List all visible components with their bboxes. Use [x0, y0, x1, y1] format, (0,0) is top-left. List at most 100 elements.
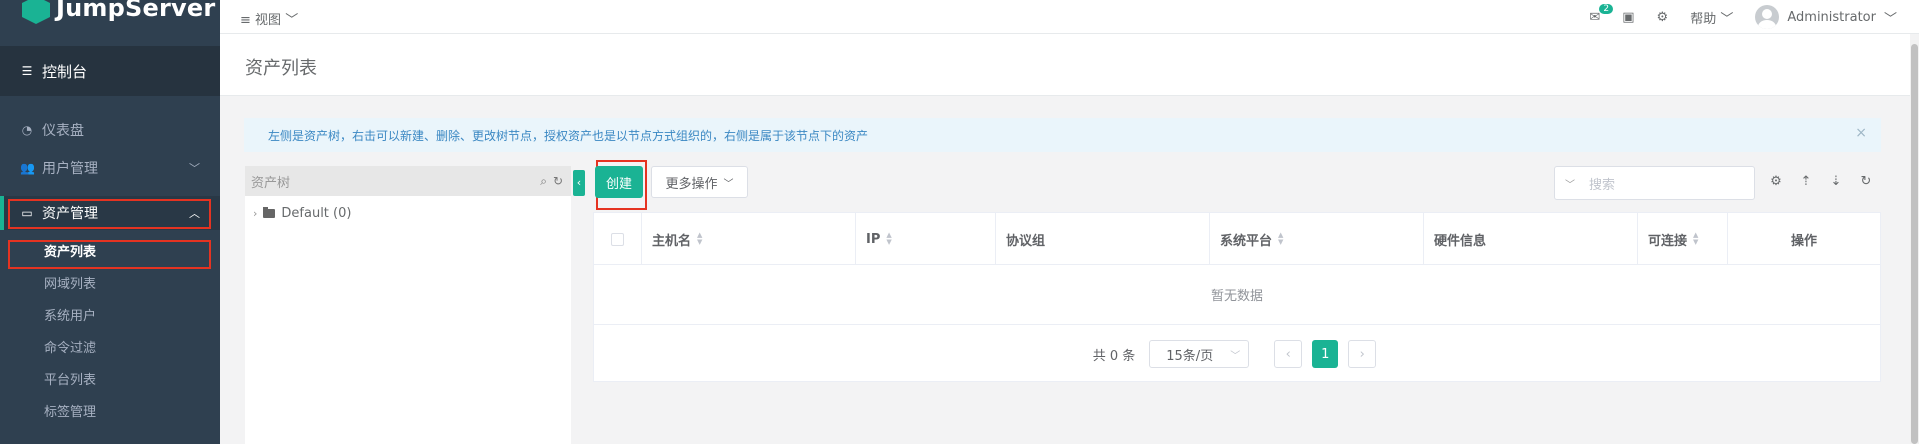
menu-icon: ≡: [240, 13, 251, 28]
column-header-label: 系统平台: [1220, 233, 1273, 249]
chevron-down-icon: ﹀: [1883, 11, 1897, 27]
app-logo[interactable]: JumpServer: [0, 0, 220, 30]
chevron-down-icon[interactable]: ﹀: [1565, 176, 1575, 191]
chevron-down-icon: ﹀: [1720, 11, 1734, 27]
column-header-hardware: 硬件信息: [1424, 213, 1638, 265]
more-actions-label: 更多操作: [665, 176, 718, 192]
page-size-select[interactable]: 15条/页 ﹀: [1149, 340, 1250, 368]
sidebar-subitem-command-filter[interactable]: 命令过滤: [44, 337, 96, 356]
select-all-checkbox[interactable]: [611, 232, 624, 246]
refresh-icon[interactable]: ↻: [553, 174, 563, 189]
refresh-icon[interactable]: ↻: [1858, 174, 1874, 189]
help-menu[interactable]: 帮助 ﹀: [1690, 8, 1733, 27]
jumpserver-logo-icon: [22, 0, 50, 24]
top-navbar: ≡ 视图 ﹀ ✉ 2 ▣ ⚙ 帮助 ﹀ Administrator ﹀: [220, 0, 1919, 34]
column-header-actions: 操作: [1728, 213, 1880, 265]
scrollbar-thumb[interactable]: [1911, 44, 1918, 444]
asset-table: 主机名 ▲ ▼ IP ▲ ▼ 协议组 系统平台 ▲ ▼ 硬件信息 可连接 ▲ ▼ 操作 …: [593, 212, 1881, 382]
pagination: 共 0 条 15条/页 ﹀ ‹ 1 ›: [594, 325, 1880, 383]
info-alert: 左侧是资产树，右击可以新建、删除、更改树节点，授权资产也是以节点方式组织的，右侧…: [244, 118, 1881, 152]
user-menu[interactable]: Administrator ﹀: [1755, 5, 1897, 29]
highlight-box-asset-management: [8, 199, 211, 229]
sort-icon[interactable]: ▲ ▼: [1278, 232, 1283, 246]
column-header-label: 协议组: [1006, 233, 1046, 249]
column-header-label: 操作: [1790, 233, 1817, 249]
sort-icon[interactable]: ▲ ▼: [1693, 232, 1698, 246]
column-header-protocols: 协议组: [996, 213, 1210, 265]
chevron-down-icon: ﹀: [723, 178, 734, 190]
column-header-hostname[interactable]: 主机名 ▲ ▼: [642, 213, 856, 265]
help-menu-label: 帮助: [1690, 11, 1717, 27]
envelope-icon: ✉: [1589, 9, 1601, 25]
settings-button[interactable]: ⚙: [1657, 10, 1669, 25]
user-name: Administrator: [1787, 9, 1876, 25]
collapse-tree-toggle[interactable]: ‹: [573, 170, 585, 196]
avatar: [1755, 5, 1780, 29]
sidebar-item-label: 用户管理: [42, 161, 98, 177]
table-tools: ⚙ ⇡ ⇣ ↻: [1768, 174, 1874, 189]
close-icon[interactable]: ×: [1855, 125, 1867, 141]
chevron-right-icon[interactable]: ›: [253, 207, 257, 220]
page-size-value: 15条/页: [1166, 348, 1214, 364]
sidebar-item-users[interactable]: 👥 用户管理 ﹀: [0, 151, 220, 185]
gear-icon: ⚙: [1656, 9, 1669, 25]
sort-icon[interactable]: ▲ ▼: [886, 232, 891, 246]
table-header: 主机名 ▲ ▼ IP ▲ ▼ 协议组 系统平台 ▲ ▼ 硬件信息 可连接 ▲ ▼ 操作: [594, 213, 1880, 265]
search-placeholder: 搜索: [1589, 177, 1616, 193]
view-menu[interactable]: ≡ 视图 ﹀: [240, 9, 298, 28]
app-name: JumpServer: [56, 0, 216, 22]
search-icon[interactable]: ⌕: [540, 174, 547, 189]
column-header-platform[interactable]: 系统平台 ▲ ▼: [1210, 213, 1424, 265]
asset-tree-header: 资产树 ⌕ ↻: [245, 166, 571, 196]
info-alert-text: 左侧是资产树，右击可以新建、删除、更改树节点，授权资产也是以节点方式组织的，右侧…: [268, 129, 869, 143]
asset-tree-title: 资产树: [251, 175, 291, 191]
chevron-down-icon: ﹀: [285, 13, 299, 28]
page-number-current[interactable]: 1: [1312, 340, 1339, 368]
column-header-label: 可连接: [1648, 233, 1688, 249]
chevron-down-icon: ﹀: [1230, 351, 1241, 362]
page-title: 资产列表: [245, 58, 317, 79]
notification-badge: 2: [1599, 3, 1614, 14]
sliders-icon: ☰: [21, 64, 33, 78]
chevron-down-icon: ﹀: [189, 162, 200, 175]
folder-icon: [263, 207, 276, 218]
gear-icon[interactable]: ⚙: [1768, 174, 1784, 189]
column-header-connectivity[interactable]: 可连接 ▲ ▼: [1638, 213, 1728, 265]
terminal-button[interactable]: ▣: [1622, 10, 1634, 25]
column-header-label: 硬件信息: [1434, 233, 1487, 249]
chevron-left-icon: ‹: [576, 176, 582, 189]
tree-node-label: Default (0): [281, 206, 352, 221]
highlight-box-asset-list: [8, 240, 211, 269]
upload-icon[interactable]: ⇡: [1798, 174, 1814, 189]
sidebar-subitem-label-management[interactable]: 标签管理: [44, 401, 96, 420]
console-label: 控制台: [42, 62, 88, 81]
sidebar-item-label: 仪表盘: [42, 123, 84, 139]
prev-page-button[interactable]: ‹: [1274, 340, 1303, 368]
tree-node-default[interactable]: › Default (0): [253, 206, 351, 221]
chevron-left-icon: ‹: [1285, 346, 1291, 362]
terminal-icon: ▣: [1622, 9, 1635, 25]
search-input[interactable]: ﹀ 搜索: [1554, 166, 1755, 200]
sidebar-subitem-platform-list[interactable]: 平台列表: [44, 369, 96, 388]
more-actions-dropdown[interactable]: 更多操作 ﹀: [651, 166, 748, 198]
asset-tree-panel: 资产树 ⌕ ↻ › Default (0): [245, 166, 571, 444]
sort-icon[interactable]: ▲ ▼: [697, 232, 702, 246]
sidebar-item-dashboard[interactable]: ◔ 仪表盘: [0, 113, 220, 147]
chevron-right-icon: ›: [1359, 346, 1365, 362]
column-header-label: 主机名: [652, 233, 692, 249]
create-button[interactable]: 创建: [595, 166, 643, 198]
column-header-ip[interactable]: IP ▲ ▼: [856, 213, 996, 265]
pagination-total: 共 0 条: [1092, 348, 1136, 364]
notifications-button[interactable]: ✉ 2: [1589, 3, 1614, 25]
sidebar-subitem-system-users[interactable]: 系统用户: [44, 305, 96, 324]
users-icon: 👥: [20, 161, 35, 175]
page-scrollbar[interactable]: [1910, 40, 1919, 444]
console-switcher[interactable]: ☰ 控制台: [0, 46, 220, 96]
empty-state: 暂无数据: [594, 265, 1880, 325]
sidebar-subitem-domain-list[interactable]: 网域列表: [44, 273, 96, 292]
column-header-label: IP: [866, 231, 881, 247]
page-header: 资产列表: [220, 34, 1910, 96]
next-page-button[interactable]: ›: [1348, 340, 1377, 368]
download-icon[interactable]: ⇣: [1828, 174, 1844, 189]
dashboard-icon: ◔: [21, 123, 33, 137]
